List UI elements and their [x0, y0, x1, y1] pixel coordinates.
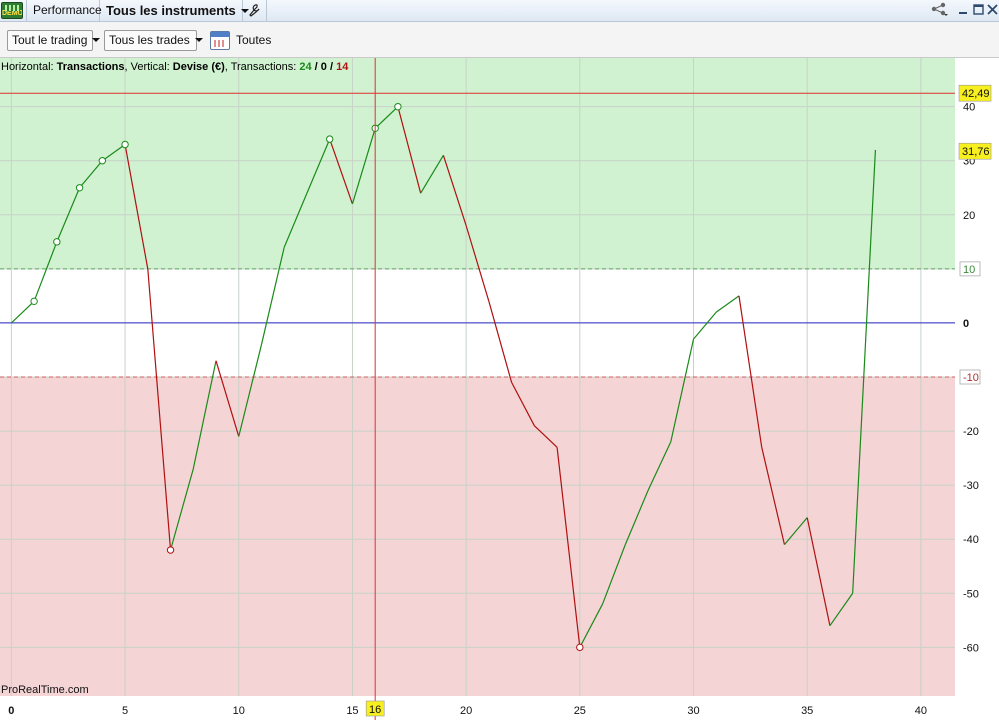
close-icon[interactable]: [985, 2, 999, 19]
equity-segment: [715, 295, 740, 313]
y-tick-label: -20: [963, 426, 979, 438]
last-value-label: 31,76: [962, 146, 990, 158]
horizontal-value: Transactions: [57, 61, 125, 73]
trade-marker: [30, 297, 38, 306]
losses-count: 14: [336, 61, 349, 73]
trade-marker: [576, 643, 584, 652]
demo-logo: DEMO: [1, 2, 23, 19]
tab-performance[interactable]: Performance: [26, 0, 102, 22]
trade-marker: [394, 102, 402, 111]
instrument-selector[interactable]: Tous les instruments: [100, 0, 249, 22]
equity-segment: [693, 311, 717, 340]
y-axis: 403020100-10-20-30-40-50-60: [959, 102, 981, 654]
share-icon-glyph: [931, 2, 948, 16]
x-tick-label: 25: [574, 705, 586, 717]
y-tick-label: -60: [963, 642, 979, 654]
x-tick-label: 10: [233, 705, 245, 717]
minimize-glyph: [959, 12, 967, 14]
trades-filter-dropdown[interactable]: Tous les trades: [104, 30, 203, 51]
equity-chart[interactable]: 40 30 20 10 0 -10 -20 -30 -40 -50 -60 0 5 10 15 20 25 30…: [0, 58, 999, 720]
minimize-icon[interactable]: [956, 2, 970, 19]
trade-marker: [98, 157, 107, 165]
equity-segment: [488, 301, 513, 383]
maximize-icon[interactable]: [971, 2, 985, 19]
cursor-x-label: 16: [369, 704, 381, 716]
y-tick-label: -40: [963, 534, 979, 546]
y-tick-label: -10: [963, 372, 979, 384]
x-tick-label: 35: [801, 705, 813, 717]
cursor-y-label: 42,49: [962, 88, 990, 100]
trade-marker: [166, 546, 175, 554]
y-tick-label: 0: [963, 318, 969, 330]
title-bar: DEMO Performance Tous les instruments: [0, 0, 999, 22]
vertical-label: , Vertical:: [125, 61, 173, 73]
horizontal-label: Horizontal:: [1, 61, 57, 73]
chart-header: Horizontal: Transactions, Vertical: Devi…: [1, 61, 349, 73]
x-tick-label: 15: [346, 705, 358, 717]
trading-filter-dropdown[interactable]: Tout le trading: [7, 30, 101, 51]
maximize-glyph: [972, 4, 984, 15]
trade-marker: [326, 135, 334, 143]
toolbar: Tout le trading Tous les trades: [0, 22, 999, 58]
x-axis: 0 5 10 15 20 25 30 35 40: [8, 705, 927, 717]
wins-count: 24: [299, 61, 312, 73]
x-tick-label: 0: [8, 705, 14, 717]
separator-2: /: [327, 61, 336, 73]
y-tick-label: 10: [963, 264, 975, 276]
x-tick-label: 5: [122, 705, 128, 717]
share-icon[interactable]: [930, 2, 950, 19]
x-tick-label: 40: [915, 705, 927, 717]
x-tick-label: 20: [460, 705, 472, 717]
period-label: Toutes: [236, 33, 272, 47]
y-tick-label: 40: [963, 102, 975, 114]
y-tick-label: -50: [963, 588, 979, 600]
transactions-label: , Transactions:: [225, 61, 300, 73]
x-tick-label: 30: [687, 705, 699, 717]
wrench-icon-glyph: [249, 4, 260, 17]
calendar-icon[interactable]: [210, 31, 230, 50]
trade-marker: [75, 184, 84, 192]
profit-zone: [0, 58, 955, 269]
chevron-down-icon: [194, 38, 203, 42]
close-glyph: [986, 4, 998, 15]
separator-1: /: [312, 61, 321, 73]
instrument-selector-label: Tous les instruments: [106, 3, 236, 18]
wrench-icon[interactable]: [243, 0, 267, 22]
vertical-value: Devise (€): [173, 61, 225, 73]
watermark: ProRealTime.com: [1, 684, 89, 696]
trading-filter-label: Tout le trading: [12, 33, 88, 47]
chevron-down-icon: [92, 38, 101, 42]
trade-marker: [53, 238, 61, 246]
trades-filter-label: Tous les trades: [109, 33, 190, 47]
equity-segment: [10, 300, 35, 324]
trade-marker: [121, 140, 129, 149]
y-tick-label: -30: [963, 480, 979, 492]
reference-lines: [0, 268, 955, 378]
y-tick-label: 20: [963, 210, 975, 222]
